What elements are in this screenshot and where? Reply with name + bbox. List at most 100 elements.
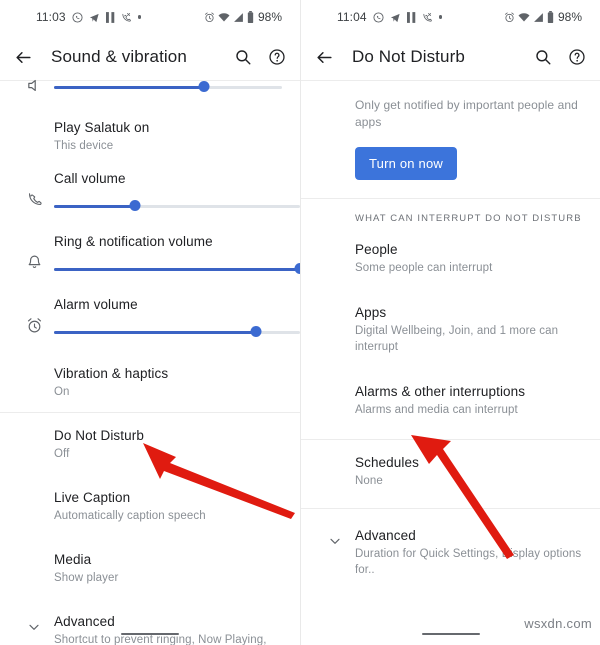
do-not-disturb-row[interactable]: Do Not Disturb Off (0, 413, 300, 473)
dnd-description: Only get notified by important people an… (355, 98, 578, 129)
missed-call-icon (422, 12, 433, 23)
status-bar-left: 11:03 (36, 10, 142, 24)
page-title: Sound & vibration (51, 47, 187, 66)
list-item-subtitle: This device (54, 140, 114, 152)
dnd-intro: Only get notified by important people an… (301, 81, 600, 180)
missed-call-icon (121, 12, 132, 23)
list-item-subtitle: Automatically caption speech (54, 510, 206, 522)
list-item-title: Play Salatuk on (54, 120, 150, 135)
status-bar-right: 98% (204, 10, 282, 24)
search-icon[interactable] (234, 48, 252, 66)
dnd-list: People Some people can interrupt Apps Di… (301, 230, 600, 589)
right-phone-screen: 11:04 98% Do Not Disturb Only get notifi… (300, 0, 600, 645)
list-item-subtitle: On (54, 386, 70, 398)
media-volume-row[interactable] (0, 79, 300, 94)
status-bar: 11:04 98% (301, 0, 600, 34)
slider-thumb[interactable] (129, 200, 141, 211)
status-bar-left: 11:04 (337, 10, 443, 24)
battery-icon (547, 11, 554, 23)
alarm-volume-label: Alarm volume (54, 297, 138, 312)
list-item-title: Apps (355, 305, 387, 320)
back-arrow-icon[interactable] (315, 48, 334, 67)
alarms-interruptions-row[interactable]: Alarms & other interruptions Alarms and … (301, 366, 600, 429)
app-bar: Sound & vibration (0, 34, 300, 80)
battery-icon (247, 11, 254, 23)
media-volume-slider[interactable] (54, 81, 282, 93)
list-item-title: Vibration & haptics (54, 366, 169, 381)
app-bar: Do Not Disturb (301, 34, 600, 80)
vibration-haptics-row[interactable]: Vibration & haptics On (0, 354, 300, 412)
telegram-icon (390, 12, 401, 23)
list-item-subtitle: None (355, 475, 383, 487)
list-item[interactable]: Play Salatuk on This device (0, 108, 300, 165)
alarm-volume-slider[interactable] (54, 326, 300, 338)
list-item-subtitle: Off (54, 448, 70, 460)
status-bar-right: 98% (504, 10, 582, 24)
slider-thumb[interactable] (198, 81, 210, 92)
slider-thumb[interactable] (250, 326, 262, 337)
list-item-title: Media (54, 552, 92, 567)
advanced-subtitle: Duration for Quick Settings, Display opt… (355, 548, 582, 576)
advanced-row[interactable]: Advanced Duration for Quick Settings, Di… (301, 509, 600, 589)
alarm-icon (504, 12, 515, 23)
status-time: 11:04 (337, 10, 367, 24)
media-volume-icon-gutter (14, 79, 54, 94)
list-item-subtitle: Some people can interrupt (355, 262, 493, 274)
volume-icon (27, 79, 36, 92)
back-arrow-icon[interactable] (14, 48, 33, 67)
advanced-row[interactable]: Advanced Shortcut to prevent ringing, No… (0, 597, 300, 645)
call-volume-label: Call volume (54, 171, 126, 186)
live-caption-row[interactable]: Live Caption Automatically caption speec… (0, 473, 300, 535)
apps-row[interactable]: Apps Digital Wellbeing, Join, and 1 more… (301, 287, 600, 366)
battery-percent: 98% (257, 10, 282, 24)
list-item-title: Alarms & other interruptions (355, 384, 526, 399)
media-row[interactable]: Media Show player (0, 535, 300, 597)
list-item-title: Live Caption (54, 490, 131, 505)
page-title: Do Not Disturb (352, 47, 465, 66)
screenshot-root: 11:03 98% Sound & vibration Play Salatuk… (0, 0, 600, 645)
telegram-icon (89, 12, 100, 23)
call-volume-slider[interactable] (54, 200, 300, 212)
pause-icon (406, 11, 416, 23)
chevron-down-icon[interactable] (14, 597, 54, 645)
help-circle-icon[interactable] (268, 48, 286, 66)
help-circle-icon[interactable] (568, 48, 586, 66)
battery-percent: 98% (557, 10, 582, 24)
list-item-subtitle: Digital Wellbeing, Join, and 1 more can … (355, 325, 559, 353)
wifi-icon (518, 12, 530, 23)
whatsapp-icon (373, 11, 384, 23)
bell-icon (14, 228, 54, 291)
watermark: wsxdn.com (524, 616, 592, 631)
call-volume-row[interactable]: Call volume (0, 165, 300, 228)
ring-volume-row[interactable]: Ring & notification volume (0, 228, 300, 291)
settings-list: Play Salatuk on This device Call volume (0, 79, 300, 645)
advanced-title: Advanced (54, 614, 115, 629)
alarm-clock-icon (14, 291, 54, 354)
advanced-title: Advanced (355, 528, 416, 543)
list-item-title: Schedules (355, 455, 419, 470)
status-bar: 11:03 98% (0, 0, 300, 34)
list-item-title: People (355, 242, 398, 257)
wifi-icon (218, 12, 230, 23)
signal-icon (233, 12, 244, 23)
chevron-down-icon[interactable] (315, 509, 355, 589)
search-icon[interactable] (534, 48, 552, 66)
ring-volume-label: Ring & notification volume (54, 234, 213, 249)
gesture-nav-bar[interactable] (0, 632, 300, 635)
section-header: WHAT CAN INTERRUPT DO NOT DISTURB (355, 213, 582, 224)
people-row[interactable]: People Some people can interrupt (301, 230, 600, 287)
turn-on-now-button[interactable]: Turn on now (355, 147, 457, 180)
alarm-icon (204, 12, 215, 23)
gesture-nav-bar[interactable] (301, 632, 600, 635)
whatsapp-icon (72, 11, 83, 23)
signal-icon (533, 12, 544, 23)
status-time: 11:03 (36, 10, 66, 24)
pause-icon (105, 11, 115, 23)
dot-icon (438, 15, 443, 19)
list-item-title: Do Not Disturb (54, 428, 144, 443)
schedules-row[interactable]: Schedules None (301, 440, 600, 500)
alarm-volume-row[interactable]: Alarm volume (0, 291, 300, 354)
dot-icon (137, 15, 142, 19)
list-item-subtitle: Show player (54, 572, 119, 584)
ring-volume-slider[interactable] (54, 263, 300, 275)
